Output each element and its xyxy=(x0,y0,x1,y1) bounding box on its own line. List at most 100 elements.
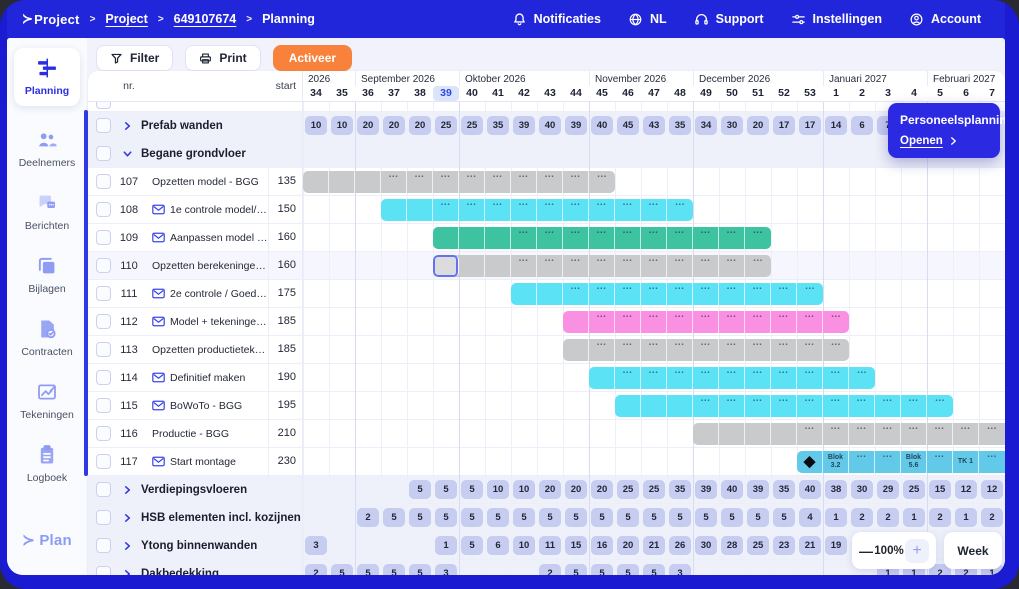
week-load-chip[interactable]: 16 xyxy=(591,536,613,555)
week-load-chip[interactable]: 20 xyxy=(617,536,639,555)
week-load-chip[interactable]: 25 xyxy=(747,536,769,555)
popup-open-link[interactable]: Openen xyxy=(900,135,988,147)
bar-cell[interactable]: ... xyxy=(433,171,459,193)
bar-cell[interactable]: ... xyxy=(719,255,745,277)
bar-cell[interactable]: ... xyxy=(823,311,849,333)
week-load-chip[interactable]: 10 xyxy=(513,480,535,499)
bar-cell[interactable]: ... xyxy=(979,423,1005,445)
breadcrumb-item[interactable]: Project xyxy=(105,12,147,26)
week-load-chip[interactable]: 5 xyxy=(461,480,483,499)
week-load-chip[interactable]: 23 xyxy=(773,536,795,555)
bar-cell[interactable]: TK 1 xyxy=(953,451,979,473)
bar-cell[interactable] xyxy=(719,423,745,445)
bar-cell[interactable]: ... xyxy=(537,255,563,277)
bar-cell[interactable]: ... xyxy=(901,423,927,445)
week-load-chip[interactable]: 35 xyxy=(669,116,691,135)
week-load-chip[interactable]: 28 xyxy=(721,536,743,555)
week-load-chip[interactable]: 40 xyxy=(539,116,561,135)
week-number[interactable]: 51 xyxy=(745,86,771,101)
row-checkbox[interactable] xyxy=(96,174,111,189)
bar-cell[interactable] xyxy=(745,423,771,445)
week-load-chip[interactable]: 40 xyxy=(721,480,743,499)
bar-cell[interactable]: ... xyxy=(589,171,615,193)
week-load-chip[interactable]: 21 xyxy=(799,536,821,555)
bar-cell[interactable]: ... xyxy=(407,171,433,193)
week-load-chip[interactable]: 5 xyxy=(721,508,743,527)
bar-cell[interactable]: ... xyxy=(615,283,641,305)
bar-cell[interactable]: ... xyxy=(433,199,459,221)
brand-logo[interactable]: ≻ Project xyxy=(22,11,80,27)
bar-cell[interactable]: ... xyxy=(693,227,719,249)
sidebar-item-bijlagen[interactable]: Bijlagen xyxy=(28,255,66,295)
bar-cell[interactable]: ... xyxy=(615,339,641,361)
week-load-chip[interactable]: 38 xyxy=(825,480,847,499)
bar-cell[interactable] xyxy=(329,171,355,193)
print-button[interactable]: Print xyxy=(185,45,261,71)
week-load-chip[interactable]: 17 xyxy=(799,116,821,135)
bar-cell[interactable]: ... xyxy=(797,395,823,417)
week-load-chip[interactable]: 1 xyxy=(955,508,977,527)
bar-cell[interactable]: ... xyxy=(589,283,615,305)
group-name[interactable]: HSB elementen incl. kozijnen xyxy=(141,512,301,524)
gantt-bar[interactable]: .............................. xyxy=(563,339,849,361)
bar-cell[interactable] xyxy=(485,227,511,249)
week-load-chip[interactable]: 5 xyxy=(773,508,795,527)
row-checkbox[interactable] xyxy=(96,426,111,441)
week-load-chip[interactable]: 11 xyxy=(539,536,561,555)
bar-cell[interactable]: ... xyxy=(927,451,953,473)
collapse-chevron-icon[interactable] xyxy=(123,149,132,159)
week-load-chip[interactable]: 10 xyxy=(513,536,535,555)
bar-cell[interactable] xyxy=(485,255,511,277)
nav-item-instellingen[interactable]: Instellingen xyxy=(791,12,882,27)
week-load-chip[interactable]: 5 xyxy=(565,508,587,527)
week-number[interactable]: 2 xyxy=(849,86,875,101)
bar-cell[interactable]: ... xyxy=(563,171,589,193)
bar-cell[interactable]: ... xyxy=(719,311,745,333)
breadcrumb-item[interactable]: 649107674 xyxy=(174,12,237,26)
gantt-bar[interactable]: .............................. xyxy=(511,283,823,305)
bar-cell[interactable] xyxy=(641,395,667,417)
row-checkbox[interactable] xyxy=(96,482,111,497)
bar-cell[interactable] xyxy=(459,255,485,277)
week-number[interactable]: 43 xyxy=(537,86,563,101)
vertical-scrollbar[interactable] xyxy=(84,110,88,476)
week-load-chip[interactable]: 30 xyxy=(721,116,743,135)
gantt-bar[interactable]: .............................. xyxy=(381,199,693,221)
expand-chevron-icon[interactable] xyxy=(124,485,131,495)
bar-cell[interactable]: ... xyxy=(771,283,797,305)
bar-cell[interactable]: ... xyxy=(693,283,719,305)
group-name[interactable]: Ytong binnenwanden xyxy=(141,540,257,552)
row-checkbox[interactable] xyxy=(96,202,111,217)
bar-cell[interactable]: ... xyxy=(511,199,537,221)
milestone-diamond[interactable]: ◆ xyxy=(797,451,823,473)
week-load-chip[interactable]: 5 xyxy=(435,480,457,499)
week-number[interactable]: 38 xyxy=(407,86,433,101)
week-number[interactable]: 34 xyxy=(303,86,329,101)
week-load-chip[interactable]: 40 xyxy=(591,116,613,135)
bar-cell[interactable]: ... xyxy=(823,339,849,361)
sidebar-item-deelnemers[interactable]: Deelnemers xyxy=(19,129,75,169)
bar-cell[interactable] xyxy=(693,423,719,445)
bar-cell[interactable]: ... xyxy=(667,367,693,389)
bar-cell[interactable]: ... xyxy=(771,311,797,333)
week-number[interactable]: 42 xyxy=(511,86,537,101)
week-load-chip[interactable]: 6 xyxy=(851,116,873,135)
bar-cell[interactable]: ... xyxy=(745,227,771,249)
week-number[interactable]: 6 xyxy=(953,86,979,101)
week-load-chip[interactable]: 5 xyxy=(591,508,613,527)
bar-cell[interactable]: ... xyxy=(849,423,875,445)
bar-cell[interactable]: ... xyxy=(641,255,667,277)
week-number[interactable]: 4 xyxy=(901,86,927,101)
week-load-chip[interactable]: 5 xyxy=(539,508,561,527)
week-load-chip[interactable]: 45 xyxy=(617,116,639,135)
week-load-chip[interactable]: 5 xyxy=(383,508,405,527)
bar-cell[interactable] xyxy=(511,283,537,305)
week-load-chip[interactable]: 10 xyxy=(331,116,353,135)
bar-cell[interactable]: ... xyxy=(459,199,485,221)
bar-cell[interactable]: ... xyxy=(511,227,537,249)
week-load-chip[interactable]: 5 xyxy=(747,508,769,527)
bar-cell[interactable]: ... xyxy=(849,451,875,473)
week-load-chip[interactable]: 43 xyxy=(643,116,665,135)
bar-cell[interactable]: ... xyxy=(823,367,849,389)
bar-cell[interactable]: ... xyxy=(589,311,615,333)
